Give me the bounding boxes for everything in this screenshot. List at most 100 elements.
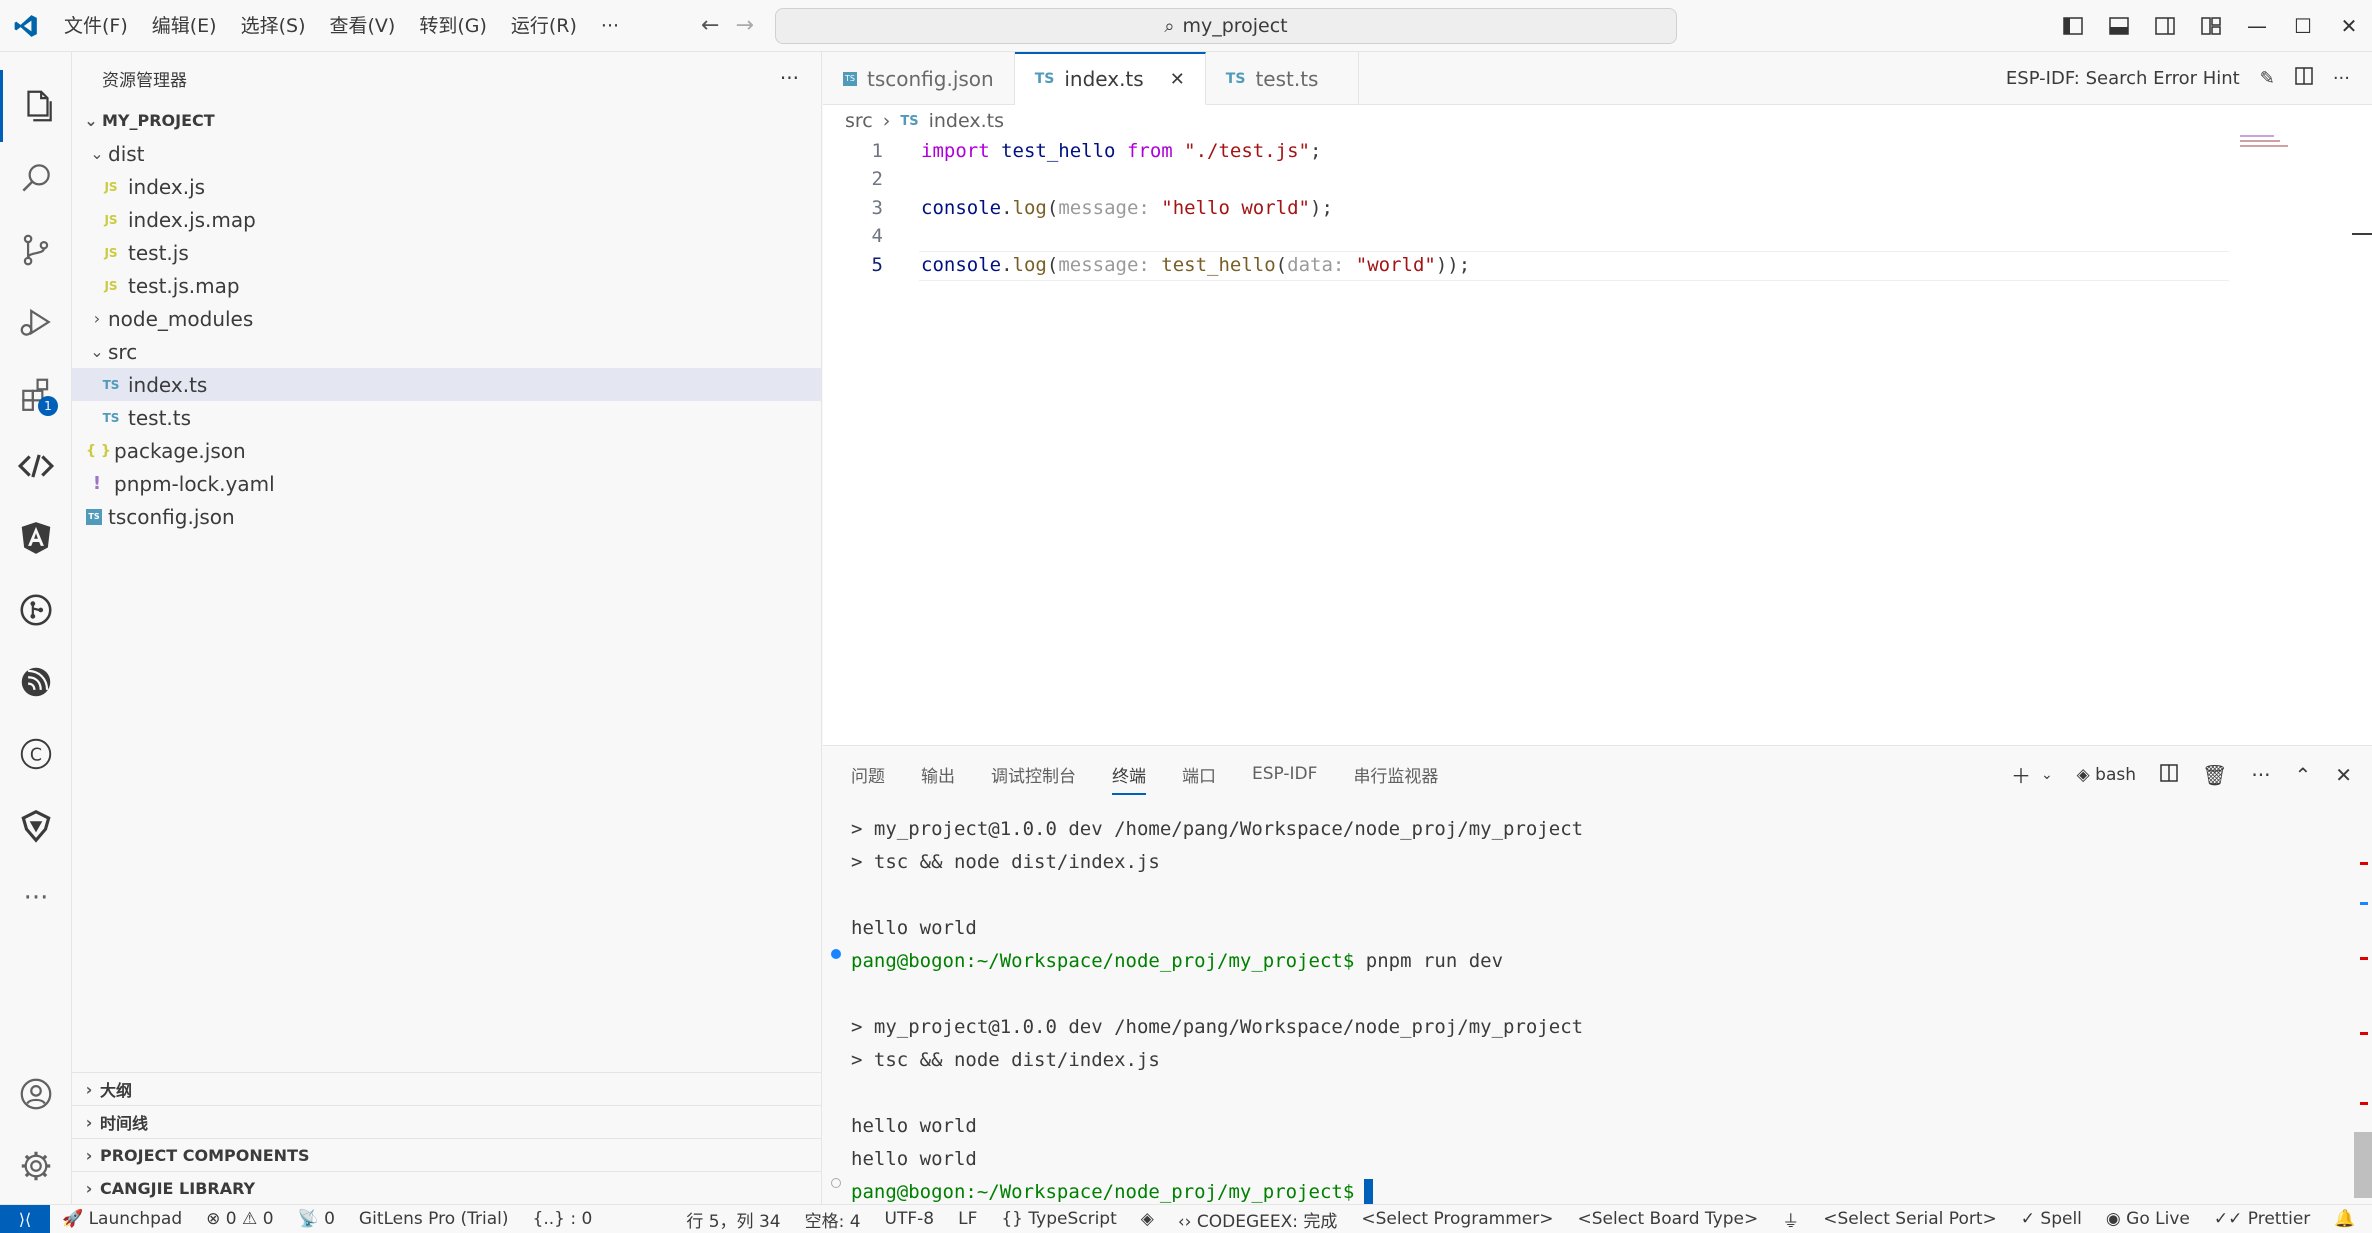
toggle-sidebar-icon[interactable] (2050, 0, 2096, 52)
section-timeline[interactable]: › 时间线 (72, 1105, 822, 1138)
panel-more-icon[interactable]: ··· (2251, 763, 2270, 787)
language-item[interactable]: {} TypeScript (989, 1209, 1128, 1229)
tree-item[interactable]: TS tsconfig.json (72, 500, 821, 533)
forward-arrow-icon[interactable]: → (735, 13, 753, 38)
tree-item[interactable]: JS index.js (72, 170, 821, 203)
codegeex-item[interactable]: ‹› CODEGEEX: 完成 (1166, 1207, 1350, 1232)
code-editor[interactable]: src › TS index.ts 1 import test_hello fr… (823, 105, 2372, 745)
menu-view[interactable]: 查看(V) (318, 0, 408, 52)
esp-idf-icon[interactable] (0, 646, 72, 718)
copilot-icon[interactable]: ◈ (1129, 1209, 1166, 1229)
section-cangjie-library[interactable]: › CANGJIE LIBRARY (72, 1171, 822, 1204)
panel-tab-ports[interactable]: 端口 (1182, 762, 1216, 787)
explorer-more-icon[interactable]: ··· (780, 66, 799, 90)
close-window-icon[interactable]: ✕ (2326, 0, 2372, 52)
new-terminal-icon[interactable]: ＋ (2011, 760, 2031, 789)
remote-explorer-icon[interactable] (0, 430, 72, 502)
cursor-position-item[interactable]: 行 5，列 34 (674, 1207, 792, 1232)
editor-more-icon[interactable]: ··· (2333, 68, 2350, 89)
split-editor-icon[interactable] (2295, 66, 2313, 90)
maximize-panel-icon[interactable]: ⌃ (2294, 763, 2311, 787)
panel-tab-output[interactable]: 输出 (921, 762, 955, 787)
trash-icon[interactable]: 🗑 (2202, 763, 2227, 787)
split-terminal-icon[interactable] (2160, 763, 2178, 787)
tab-test-ts[interactable]: TS test.ts (1206, 52, 1360, 105)
toggle-secondary-sidebar-icon[interactable] (2142, 0, 2188, 52)
gitlens-icon[interactable] (0, 574, 72, 646)
panel-tab-esp-idf[interactable]: ESP-IDF (1252, 764, 1317, 784)
panel-tab-problems[interactable]: 问题 (851, 762, 885, 787)
panel-tab-terminal[interactable]: 终端 (1112, 762, 1146, 795)
command-pending-dot-icon[interactable] (831, 1178, 841, 1188)
maximize-icon[interactable]: ☐ (2280, 0, 2326, 52)
tree-item[interactable]: { } package.json (72, 434, 821, 467)
select-programmer-item[interactable]: <Select Programmer> (1349, 1209, 1565, 1229)
extensions-icon[interactable]: 1 (0, 358, 72, 430)
plug-icon[interactable]: ⏚ (1770, 1207, 1811, 1232)
notifications-bell-icon[interactable]: 🔔 (2322, 1209, 2367, 1229)
minimap[interactable] (2240, 135, 2290, 147)
section-outline[interactable]: › 大纲 (72, 1072, 822, 1105)
more-icon[interactable]: ··· (0, 862, 72, 934)
menu-edit[interactable]: 编辑(E) (140, 0, 229, 52)
gitlens-item[interactable]: GitLens Pro (Trial) (347, 1209, 521, 1229)
chevron-down-icon[interactable]: ⌄ (2041, 767, 2053, 783)
codegeex-icon[interactable] (0, 790, 72, 862)
ports-item[interactable]: 📡 0 (286, 1209, 347, 1229)
source-control-icon[interactable] (0, 214, 72, 286)
tree-item[interactable]: › node_modules (72, 302, 821, 335)
run-debug-icon[interactable] (0, 286, 72, 358)
tree-item[interactable]: JS test.js (72, 236, 821, 269)
toggle-panel-icon[interactable] (2096, 0, 2142, 52)
tree-item[interactable]: JS index.js.map (72, 203, 821, 236)
select-serial-item[interactable]: <Select Serial Port> (1811, 1209, 2009, 1229)
terminal-shell[interactable]: ◈ bash (2077, 765, 2136, 785)
prettier-item[interactable]: ✓✓ Prettier (2202, 1209, 2322, 1229)
esp-idf-hint-button[interactable]: ESP-IDF: Search Error Hint (2006, 68, 2240, 89)
menu-more[interactable]: ··· (589, 0, 631, 52)
panel-tab-serial-monitor[interactable]: 串行监视器 (1353, 762, 1438, 787)
code-line-3[interactable]: 3 console.log(message: "hello world"); (823, 194, 1333, 222)
search-icon[interactable] (0, 142, 72, 214)
remote-indicator-icon[interactable]: ⟩⟨ (0, 1204, 50, 1233)
launchpad-item[interactable]: 🚀 Launchpad (50, 1209, 194, 1229)
menu-selection[interactable]: 选择(S) (229, 0, 318, 52)
tree-item[interactable]: ⌄ dist (72, 137, 821, 170)
explorer-icon[interactable] (0, 70, 72, 142)
indentation-item[interactable]: 空格: 4 (793, 1207, 873, 1232)
tree-item[interactable]: JS test.js.map (72, 269, 821, 302)
close-panel-icon[interactable]: ✕ (2335, 763, 2352, 787)
back-arrow-icon[interactable]: ← (701, 13, 719, 38)
section-project-components[interactable]: › PROJECT COMPONENTS (72, 1138, 822, 1171)
cangjie-icon[interactable]: C (0, 718, 72, 790)
settings-gear-icon[interactable] (0, 1130, 72, 1202)
tree-item[interactable]: ! pnpm-lock.yaml (72, 467, 821, 500)
problems-item[interactable]: ⊗ 0 ⚠ 0 (194, 1209, 285, 1229)
customize-layout-icon[interactable] (2188, 0, 2234, 52)
scrollbar[interactable] (2352, 233, 2372, 235)
breadcrumb-src[interactable]: src (845, 110, 873, 132)
project-root[interactable]: ⌄ MY_PROJECT (72, 104, 821, 137)
tree-item[interactable]: ⌄ src (72, 335, 821, 368)
select-board-item[interactable]: <Select Board Type> (1565, 1209, 1770, 1229)
encoding-item[interactable]: UTF-8 (873, 1209, 947, 1229)
code-line-5[interactable]: 5 console.log(message: test_hello(data: … (823, 251, 1471, 279)
minimize-icon[interactable]: — (2234, 0, 2280, 52)
terminal-scrollbar[interactable] (2352, 802, 2372, 1202)
breadcrumb-file[interactable]: index.ts (929, 110, 1004, 132)
tab-index-ts[interactable]: TS index.ts ✕ (1014, 52, 1206, 105)
code-line-1[interactable]: 1 import test_hello from "./test.js"; (823, 137, 1322, 165)
go-live-item[interactable]: ◉ Go Live (2094, 1209, 2202, 1229)
braces-item[interactable]: {..} : 0 (521, 1209, 605, 1229)
spell-item[interactable]: ✓ Spell (2009, 1209, 2094, 1229)
close-tab-icon[interactable]: ✕ (1170, 69, 1185, 90)
tree-item[interactable]: TS test.ts (72, 401, 821, 434)
angular-icon[interactable] (0, 502, 72, 574)
edit-pencil-icon[interactable]: ✎ (2260, 68, 2275, 89)
tab-tsconfig[interactable]: TS tsconfig.json (823, 52, 1015, 105)
menu-run[interactable]: 运行(R) (499, 0, 589, 52)
eol-item[interactable]: LF (946, 1209, 989, 1229)
command-success-dot-icon[interactable] (831, 949, 841, 959)
menu-goto[interactable]: 转到(G) (407, 0, 499, 52)
account-icon[interactable] (0, 1058, 72, 1130)
